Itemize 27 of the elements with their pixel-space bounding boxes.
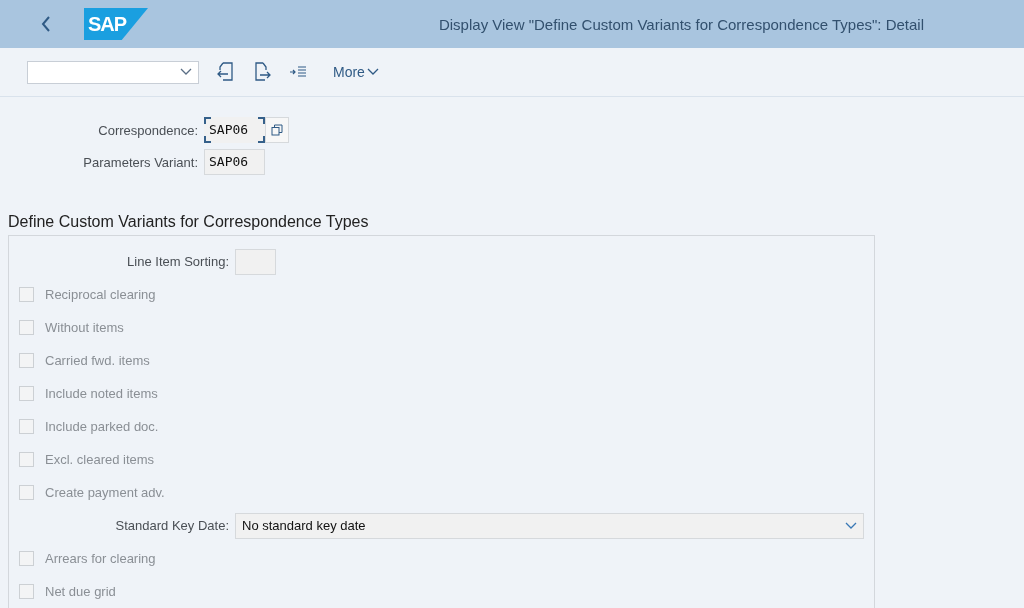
copy-icon[interactable] (265, 117, 289, 143)
field-label: Line Item Sorting: (126, 254, 229, 269)
checkbox-label: Include noted items (45, 386, 158, 401)
checkbox-label: Without items (45, 320, 124, 335)
field-label: Correspondence: (97, 122, 198, 138)
checkbox-label: Include parked doc. (45, 419, 159, 434)
chevron-down-icon (845, 521, 857, 530)
field-label: Standard Key Date: (114, 518, 229, 533)
checkbox-label: Excl. cleared items (45, 452, 155, 467)
input-field[interactable] (235, 248, 276, 275)
toolbar-dropdown[interactable] (27, 60, 199, 84)
input-field[interactable]: SAP06 (204, 149, 265, 175)
section-title: Define Custom Variants for Correspondence Types (8, 213, 370, 231)
logo: SAP (84, 8, 148, 40)
more-button[interactable]: More (331, 62, 381, 82)
window-title: Display View "Define Custom Variants for Correspondence Types": Detail (438, 15, 924, 33)
back-icon[interactable] (40, 15, 52, 33)
chevron-down-icon (180, 68, 192, 76)
chevron-down-icon (366, 68, 379, 76)
checkbox-label: Net due grid (45, 584, 116, 599)
input-field[interactable]: SAP06 (204, 117, 265, 143)
field-label: Parameters Variant: (82, 154, 198, 170)
checkbox-label: Reciprocal clearing (45, 287, 156, 302)
dropdown-field[interactable]: No standard key date (235, 512, 864, 539)
checkbox-label: Create payment adv. (45, 485, 165, 500)
checkbox-label: Carried fwd. items (45, 353, 150, 368)
checkbox-label: Arrears for clearing (45, 551, 156, 566)
